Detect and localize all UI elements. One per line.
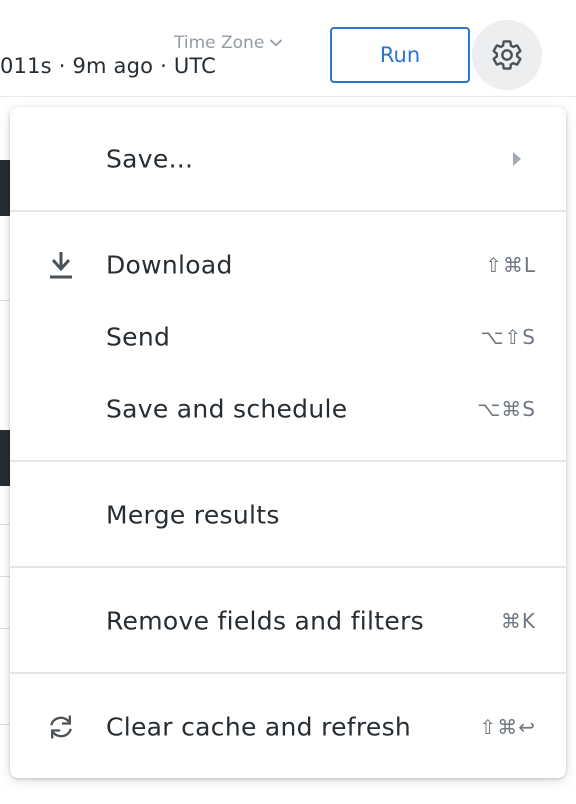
gear-icon — [490, 38, 524, 72]
settings-button[interactable] — [472, 20, 542, 90]
menu-item-label: Clear cache and refresh — [106, 712, 412, 742]
menu-item-send[interactable]: Send ⌥⇧S — [10, 306, 566, 368]
menu-item-remove-fields[interactable]: Remove fields and filters ⌘K — [10, 590, 566, 652]
menu-item-save-and-schedule[interactable]: Save and schedule ⌥⌘S — [10, 378, 566, 440]
shortcut-text: ⇧⌘↩ — [479, 715, 536, 739]
menu-item-label: Save and schedule — [106, 394, 348, 424]
menu-item-label: Merge results — [106, 500, 280, 530]
run-button[interactable]: Run — [330, 27, 470, 83]
menu-item-merge-results[interactable]: Merge results — [10, 484, 566, 546]
menu-divider — [10, 460, 566, 462]
timezone-label: Time Zone — [174, 33, 265, 53]
menu-item-label: Remove fields and filters — [106, 606, 424, 636]
menu-divider — [10, 210, 566, 212]
menu-divider — [10, 566, 566, 568]
menu-item-label: Send — [106, 322, 171, 352]
menu-item-label: Save... — [106, 144, 194, 174]
menu-item-clear-cache[interactable]: Clear cache and refresh ⇧⌘↩ — [10, 696, 566, 758]
caret-right-icon — [512, 151, 522, 167]
menu-item-download[interactable]: Download ⇧⌘L — [10, 234, 566, 296]
explore-page: 011s · 9m ago · UTC Time Zone Run Save..… — [0, 0, 576, 804]
chevron-down-icon — [270, 39, 283, 47]
shortcut-text: ⌘K — [500, 609, 536, 633]
settings-menu: Save... Download ⇧⌘L Send ⌥⇧S Save and s… — [10, 107, 566, 778]
shortcut-text: ⌥⌘S — [477, 397, 536, 421]
refresh-icon — [46, 712, 76, 742]
timezone-selector[interactable]: Time Zone — [174, 33, 283, 53]
shortcut-text: ⇧⌘L — [485, 253, 536, 277]
menu-item-save[interactable]: Save... — [10, 128, 566, 190]
download-icon — [46, 250, 76, 280]
header-divider — [0, 96, 576, 97]
menu-item-label: Download — [106, 250, 233, 280]
run-info-text: 011s · 9m ago · UTC — [0, 54, 217, 78]
shortcut-text: ⌥⇧S — [480, 325, 536, 349]
menu-divider — [10, 672, 566, 674]
